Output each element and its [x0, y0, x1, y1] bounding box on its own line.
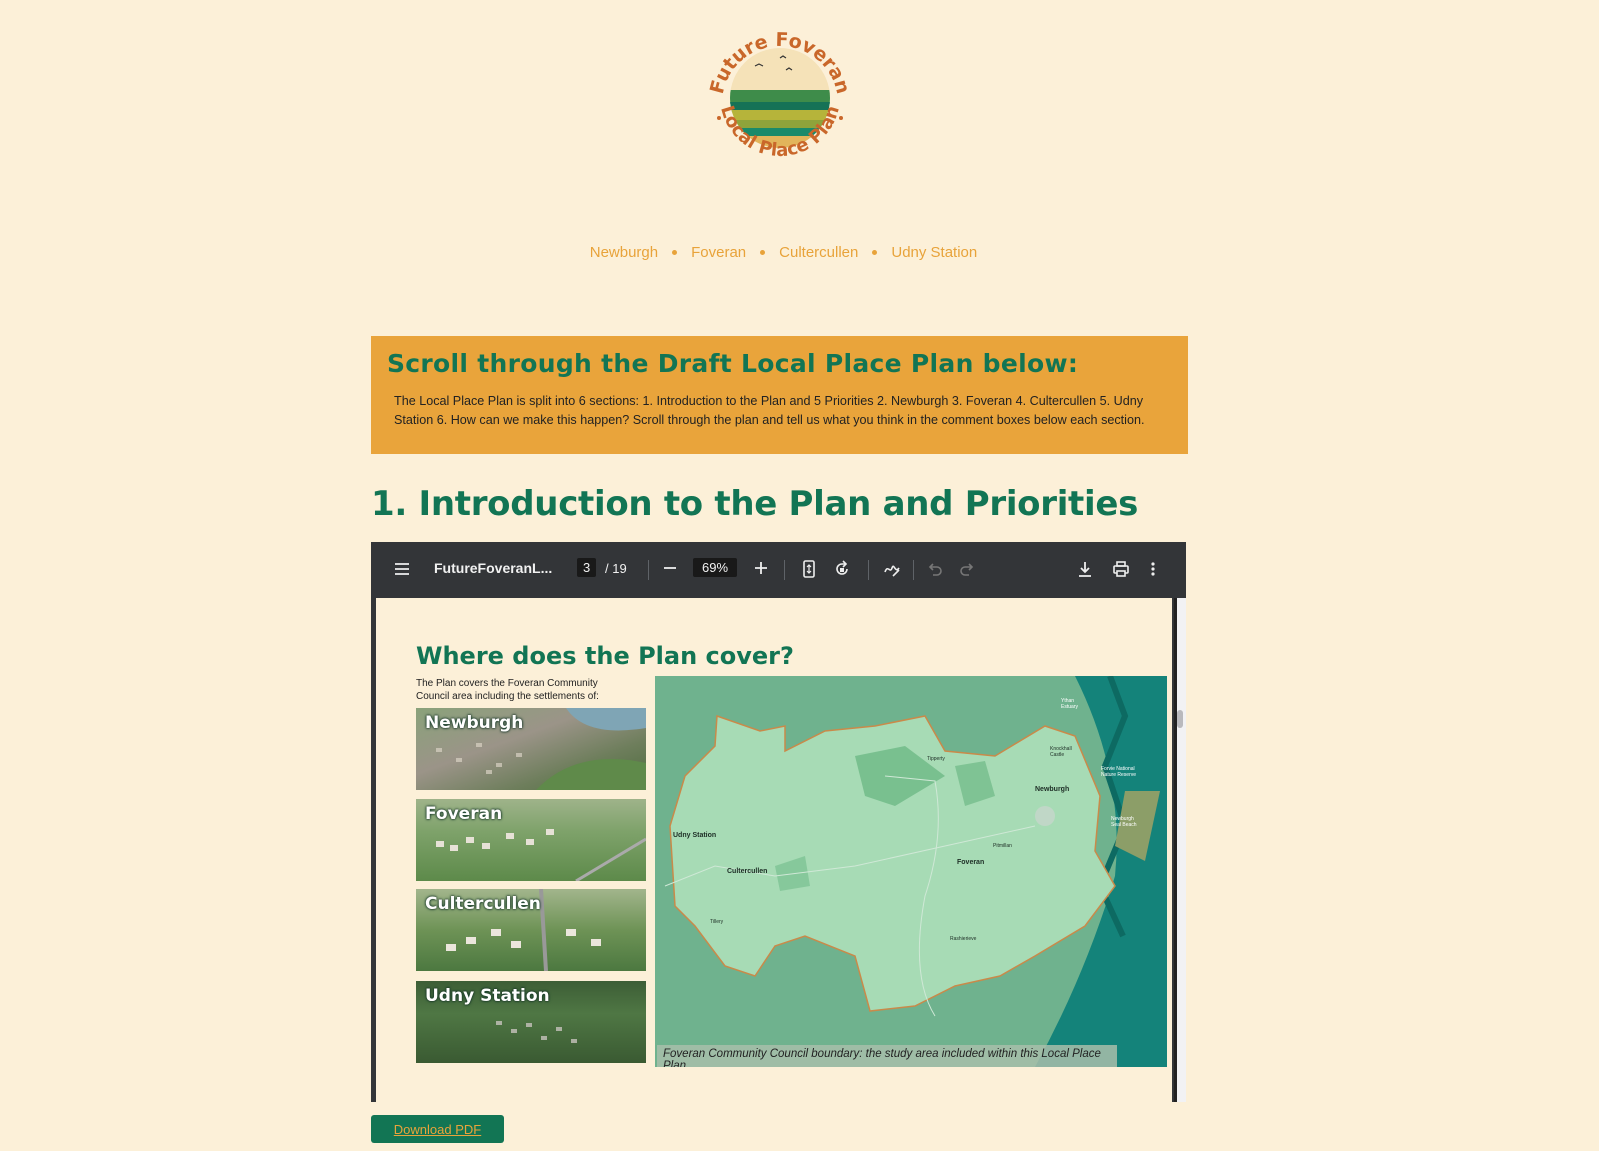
- banner-title: Scroll through the Draft Local Place Pla…: [387, 349, 1079, 378]
- site-logo[interactable]: Future Foveran Local Place Plan: [700, 18, 860, 178]
- nav-separator: [872, 250, 878, 255]
- redo-icon[interactable]: [959, 561, 975, 577]
- pdf-page-title: Where does the Plan cover?: [416, 642, 794, 670]
- photo-newburgh: Newburgh: [416, 708, 646, 790]
- section-title: 1. Introduction to the Plan and Prioriti…: [371, 484, 1139, 524]
- photo-label: Udny Station: [425, 986, 550, 1006]
- nav-link-udny-station[interactable]: Udny Station: [891, 244, 977, 261]
- pdf-toolbar: FutureFoveranL... 3 / 19 69%: [371, 542, 1186, 598]
- photo-label: Foveran: [425, 804, 503, 824]
- nav-link-newburgh[interactable]: Newburgh: [590, 244, 658, 261]
- map-label-foveran: Foveran: [957, 859, 985, 866]
- settlement-nav: Newburgh Foveran Cultercullen Udny Stati…: [0, 244, 1599, 261]
- map-label-pitmillan: Pitmillan: [993, 843, 1012, 849]
- map-label-tipperty: Tipperty: [927, 756, 945, 762]
- map-label-ythan: Ythan Estuary: [1061, 698, 1078, 710]
- photo-foveran: Foveran: [416, 799, 646, 881]
- intro-banner: Scroll through the Draft Local Place Pla…: [371, 336, 1188, 454]
- map-label-tillery: Tillery: [710, 919, 724, 925]
- banner-description: The Local Place Plan is split into 6 sec…: [394, 394, 1145, 427]
- nav-link-foveran[interactable]: Foveran: [691, 244, 746, 261]
- fit-page-icon[interactable]: [801, 560, 817, 578]
- map-label-forvie: Forvie National Nature Reserve: [1101, 766, 1137, 778]
- pdf-scrollbar-thumb[interactable]: [1177, 710, 1183, 728]
- map-label-newburgh: Newburgh: [1035, 786, 1070, 793]
- zoom-level-input[interactable]: 69%: [693, 558, 738, 577]
- map-label-cultercullen: Cultercullen: [727, 868, 768, 875]
- pdf-page-intro: The Plan covers the Foveran Community Co…: [416, 678, 599, 702]
- nav-separator: [760, 250, 766, 255]
- rotate-icon[interactable]: [833, 560, 851, 578]
- zoom-out-icon[interactable]: [663, 561, 677, 575]
- pdf-filename: FutureFoveranL...: [434, 560, 553, 576]
- nav-link-cultercullen[interactable]: Cultercullen: [779, 244, 858, 261]
- map-caption: Foveran Community Council boundary: the …: [657, 1045, 1117, 1067]
- print-icon[interactable]: [1112, 560, 1130, 578]
- map-label-knockhall: Knockhall Castle: [1050, 746, 1072, 758]
- page-total: / 19: [605, 561, 627, 576]
- photo-label: Newburgh: [425, 713, 524, 733]
- map-label-beach: Newburgh Seal Beach: [1111, 816, 1137, 828]
- download-pdf-button[interactable]: Download PDF: [371, 1115, 504, 1143]
- undo-icon[interactable]: [927, 561, 943, 577]
- download-icon[interactable]: [1077, 560, 1093, 578]
- map-label-rashierieve: Rashierieve: [950, 936, 977, 942]
- more-icon[interactable]: [1150, 560, 1156, 578]
- annotate-icon[interactable]: [883, 560, 901, 578]
- photo-cultercullen: Cultercullen: [416, 889, 646, 971]
- study-area-map: Udny Station Cultercullen Foveran Newbur…: [655, 676, 1167, 1067]
- zoom-in-icon[interactable]: [754, 561, 768, 575]
- page-number-input[interactable]: 3: [577, 558, 597, 577]
- pdf-scrollbar[interactable]: [1174, 598, 1186, 1102]
- map-label-udny: Udny Station: [673, 832, 717, 839]
- nav-separator: [672, 250, 678, 255]
- pdf-viewer[interactable]: FutureFoveranL... 3 / 19 69% Where does …: [371, 542, 1186, 1102]
- photo-udny-station: Udny Station: [416, 981, 646, 1063]
- photo-label: Cultercullen: [425, 894, 541, 914]
- pdf-page: Where does the Plan cover? The Plan cove…: [376, 598, 1172, 1102]
- menu-icon[interactable]: [393, 560, 411, 578]
